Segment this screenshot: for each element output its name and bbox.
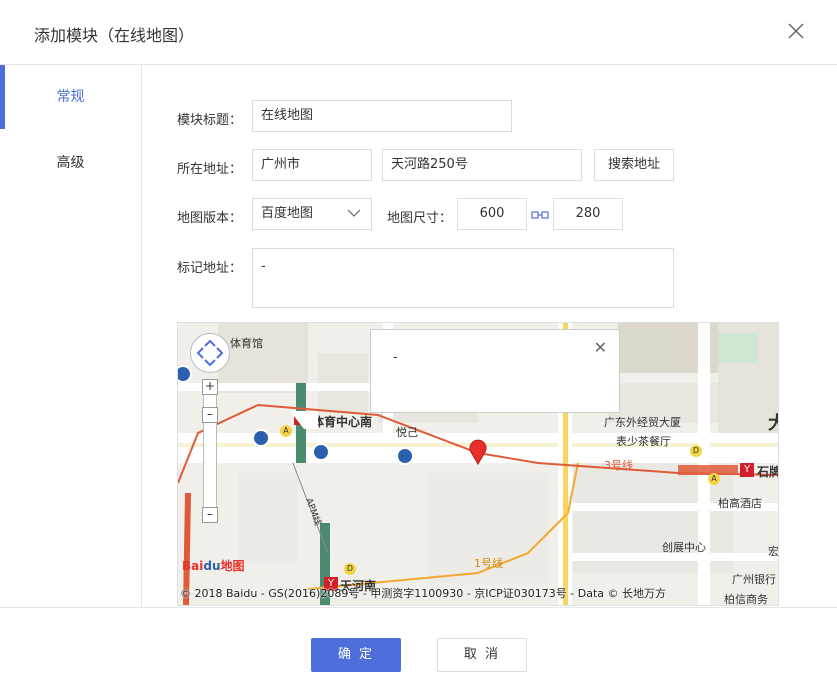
poi-line1: 1号线	[474, 557, 503, 570]
title-label: 模块标题：	[177, 113, 243, 128]
map-marker-icon[interactable]	[469, 439, 487, 465]
poi-chuangzhan[interactable]: 创展中心	[662, 539, 706, 555]
info-window-text: -	[393, 350, 398, 365]
street-input[interactable]: 天河路250号	[382, 149, 582, 181]
height-input[interactable]: 280	[553, 198, 623, 230]
metro-station-icon[interactable]: Y	[740, 463, 754, 477]
map-copyright: © 2018 Baidu - GS(2016)2089号 - 甲测资字11009…	[180, 587, 667, 600]
bus-stop-icon[interactable]	[312, 443, 330, 461]
zoom-handle[interactable]: –	[202, 407, 218, 423]
poi-foreign-trade[interactable]: 广东外经贸大厦	[604, 414, 681, 430]
poi-da[interactable]: 大	[768, 409, 778, 435]
poi-stadium[interactable]: 体育馆	[230, 335, 263, 351]
info-window: - ✕	[370, 329, 620, 413]
city-input[interactable]: 广州市	[252, 149, 372, 181]
zoom-out-button[interactable]: –	[202, 507, 218, 523]
map-pan-control[interactable]	[190, 333, 230, 373]
bus-stop-icon[interactable]	[396, 447, 414, 465]
close-icon[interactable]	[785, 20, 807, 42]
version-label: 地图版本：	[177, 211, 243, 226]
baidu-logo: Baidu地图	[182, 559, 245, 573]
size-label: 地图尺寸：	[387, 211, 453, 226]
dialog-title: 添加模块（在线地图）	[34, 26, 195, 45]
poi-tea-restaurant[interactable]: 表少茶餐厅	[616, 433, 671, 449]
confirm-button[interactable]: 确 定	[311, 638, 401, 672]
tab-general[interactable]: 常规	[0, 65, 141, 129]
version-select-value: 百度地图	[261, 206, 314, 221]
zoom-in-button[interactable]: +	[202, 379, 218, 395]
dialog-header: 添加模块（在线地图）	[0, 0, 837, 65]
pan-arrows-icon	[196, 339, 224, 367]
exit-a-icon: A	[708, 473, 720, 485]
zoom-slider[interactable]	[203, 379, 217, 519]
width-input[interactable]: 600	[457, 198, 527, 230]
poi-guangzhou-bank[interactable]: 广州银行	[732, 571, 776, 587]
marker-textarea[interactable]: -	[252, 248, 674, 308]
address-label: 所在地址：	[177, 162, 243, 177]
info-window-close-icon[interactable]: ✕	[594, 338, 607, 357]
info-window-tail	[290, 411, 318, 429]
poi-baigao-hotel[interactable]: 柏高酒店	[718, 495, 762, 511]
bus-stop-icon[interactable]	[252, 429, 270, 447]
poi-hong[interactable]: 宏	[768, 543, 778, 559]
tab-advanced[interactable]: 高级	[0, 131, 141, 195]
chevron-down-icon	[347, 209, 361, 217]
search-address-button[interactable]: 搜索地址	[594, 149, 674, 181]
poi-shipai[interactable]: 石牌	[757, 463, 778, 480]
tab-list: 常规 高级	[0, 65, 142, 608]
exit-d-icon: D	[690, 445, 702, 457]
marker-label: 标记地址：	[177, 261, 243, 276]
dialog-footer: 确 定 取 消	[0, 607, 837, 699]
version-select[interactable]: 百度地图	[252, 198, 372, 230]
title-input[interactable]: 在线地图	[252, 100, 512, 132]
poi-line3: 3号线	[604, 459, 633, 472]
cancel-button[interactable]: 取 消	[437, 638, 527, 672]
poi-yue[interactable]: 悦己	[396, 424, 418, 440]
exit-d-icon: D	[344, 563, 356, 575]
link-icon[interactable]	[531, 209, 549, 221]
map-view[interactable]: 体育馆 体育中心南 悦己 广东外经贸大厦 表少茶餐厅 3号线 石牌 柏高酒店 创…	[177, 322, 779, 606]
poi-tiyu-south[interactable]: 体育中心南	[312, 413, 372, 430]
poi-baixin[interactable]: 柏信商务	[724, 591, 768, 605]
